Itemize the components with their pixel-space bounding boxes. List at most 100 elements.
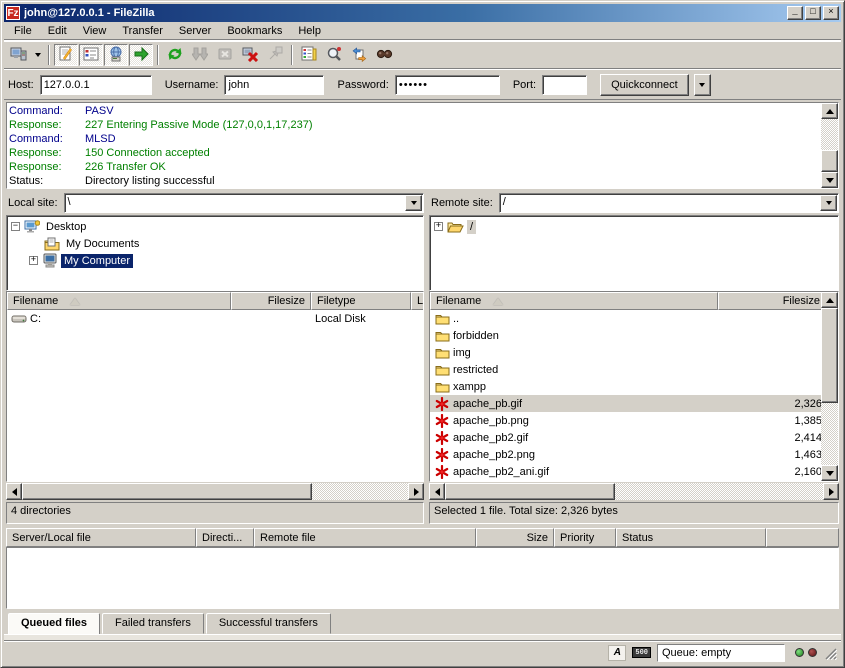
- local-file-row[interactable]: C:Local Disk: [7, 310, 423, 327]
- remote-file-row[interactable]: apache_pb.png1,385: [430, 412, 821, 429]
- compare-button[interactable]: [322, 44, 346, 66]
- transfer-queue-body[interactable]: [6, 547, 839, 609]
- remote-list-hscrollbar[interactable]: [429, 483, 839, 500]
- remote-site-value: /: [500, 194, 819, 212]
- remote-site-combobox[interactable]: /: [499, 193, 839, 213]
- local-site-dropdown-button[interactable]: [405, 195, 422, 211]
- scroll-up-icon[interactable]: [821, 292, 838, 308]
- remote-file-row[interactable]: apache_pb2.gif2,414: [430, 429, 821, 446]
- queue-column-header-status[interactable]: Status: [616, 528, 766, 547]
- remote-file-row[interactable]: ..: [430, 310, 821, 327]
- quickconnect-button[interactable]: Quickconnect: [600, 74, 689, 96]
- menu-item-edit[interactable]: Edit: [40, 23, 75, 40]
- apache-feather-icon: [434, 465, 450, 479]
- tab-queued-files[interactable]: Queued files: [8, 613, 100, 635]
- minimize-button[interactable]: _: [787, 6, 803, 20]
- queue-column-header-directi[interactable]: Directi...: [196, 528, 254, 547]
- tab-failed-transfers[interactable]: Failed transfers: [102, 613, 204, 634]
- resize-grip[interactable]: [823, 646, 837, 660]
- remote-file-row[interactable]: apache_pb2_ani.gif2,160: [430, 463, 821, 480]
- collapse-icon[interactable]: −: [11, 222, 20, 231]
- local-column-header-filetype[interactable]: Filetype: [311, 292, 411, 310]
- site-manager-button[interactable]: [6, 44, 30, 66]
- remote-site-dropdown-button[interactable]: [820, 195, 837, 211]
- queue-column-header-size[interactable]: Size: [476, 528, 554, 547]
- refresh-button[interactable]: [163, 44, 187, 66]
- quickconnect-dropdown-button[interactable]: [694, 74, 711, 96]
- scrollbar-thumb[interactable]: [445, 483, 615, 500]
- remote-file-row[interactable]: apache_pb.gif2,326: [430, 395, 821, 412]
- disconnect-button[interactable]: [238, 44, 262, 66]
- username-input[interactable]: [224, 75, 324, 95]
- scroll-down-icon[interactable]: [821, 465, 838, 481]
- local-tree-item-my-documents[interactable]: My Documents: [7, 235, 423, 252]
- local-column-header-l[interactable]: L: [411, 292, 423, 310]
- cancel-button[interactable]: [213, 44, 237, 66]
- queue-column-header-server-local-file[interactable]: Server/Local file: [6, 528, 196, 547]
- scrollbar-thumb[interactable]: [821, 308, 838, 403]
- sync-browse-icon: [351, 46, 367, 65]
- remote-tree-item-[interactable]: +/: [430, 218, 838, 235]
- menu-item-bookmarks[interactable]: Bookmarks: [219, 23, 290, 40]
- remote-file-row[interactable]: img: [430, 344, 821, 361]
- expand-icon[interactable]: +: [29, 256, 38, 265]
- speed-limits-icon[interactable]: 500: [632, 647, 651, 658]
- log-line-text: PASV: [85, 104, 114, 118]
- reconnect-button[interactable]: [263, 44, 287, 66]
- toggle-message-log-button[interactable]: [54, 44, 78, 66]
- menu-item-help[interactable]: Help: [290, 23, 329, 40]
- log-line-type: Status:: [9, 174, 85, 188]
- local-column-header-filesize[interactable]: Filesize: [231, 292, 311, 310]
- local-tree-item-desktop[interactable]: −Desktop: [7, 218, 423, 235]
- local-tree-item-my-computer[interactable]: +My Computer: [7, 252, 423, 269]
- remote-column-header-filesize[interactable]: Filesize: [718, 292, 821, 310]
- process-queue-button[interactable]: [188, 44, 212, 66]
- find-button[interactable]: [372, 44, 396, 66]
- close-button[interactable]: ×: [823, 6, 839, 20]
- toolbar: [4, 41, 841, 69]
- remote-file-row[interactable]: apache_pb2.png1,463: [430, 446, 821, 463]
- scrollbar-thumb[interactable]: [821, 150, 838, 172]
- menu-item-transfer[interactable]: Transfer: [114, 23, 171, 40]
- toggle-local-tree-button[interactable]: [79, 44, 103, 66]
- filter-button[interactable]: [297, 44, 321, 66]
- host-input[interactable]: [40, 75, 152, 95]
- title-bar[interactable]: Fz john@127.0.0.1 - FileZilla _ □ ×: [4, 4, 841, 22]
- maximize-button[interactable]: □: [805, 6, 821, 20]
- sync-browse-button[interactable]: [347, 44, 371, 66]
- local-column-header-filename[interactable]: Filename: [7, 292, 231, 310]
- remote-column-header-filename[interactable]: Filename: [430, 292, 718, 310]
- message-log-vscrollbar[interactable]: [821, 103, 838, 188]
- compare-icon: [326, 46, 342, 65]
- scroll-down-icon[interactable]: [821, 172, 838, 188]
- scroll-left-icon[interactable]: [6, 483, 22, 500]
- menu-item-file[interactable]: File: [6, 23, 40, 40]
- log-line-text: Directory listing successful: [85, 174, 215, 188]
- toggle-queue-button[interactable]: [129, 44, 153, 66]
- scrollbar-thumb[interactable]: [22, 483, 312, 500]
- remote-list-vscrollbar[interactable]: [821, 292, 838, 481]
- chevron-down-icon: [35, 53, 41, 57]
- site-manager-dropdown-button[interactable]: [31, 44, 44, 66]
- scroll-left-icon[interactable]: [429, 483, 445, 500]
- menu-item-server[interactable]: Server: [171, 23, 219, 40]
- scroll-right-icon[interactable]: [823, 483, 839, 500]
- apache-feather-icon: [434, 397, 450, 411]
- local-list-hscrollbar[interactable]: [6, 483, 424, 500]
- queue-column-header-priority[interactable]: Priority: [554, 528, 616, 547]
- scroll-right-icon[interactable]: [408, 483, 424, 500]
- local-site-combobox[interactable]: \: [64, 193, 424, 213]
- password-input[interactable]: [395, 75, 500, 95]
- remote-file-row[interactable]: forbidden: [430, 327, 821, 344]
- transfer-type-indicator-icon[interactable]: A: [608, 645, 626, 661]
- menu-item-view[interactable]: View: [75, 23, 115, 40]
- scroll-up-icon[interactable]: [821, 103, 838, 119]
- toggle-remote-tree-button[interactable]: [104, 44, 128, 66]
- column-header-label: Filename: [436, 295, 481, 307]
- port-input[interactable]: [542, 75, 587, 95]
- remote-file-row[interactable]: xampp: [430, 378, 821, 395]
- remote-file-row[interactable]: restricted: [430, 361, 821, 378]
- expand-icon[interactable]: +: [434, 222, 443, 231]
- tab-successful-transfers[interactable]: Successful transfers: [206, 613, 331, 634]
- queue-column-header-remote-file[interactable]: Remote file: [254, 528, 476, 547]
